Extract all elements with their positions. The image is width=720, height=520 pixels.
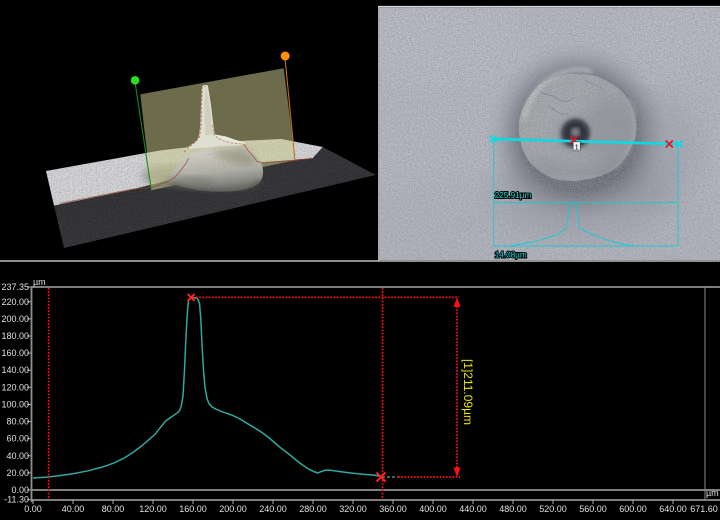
svg-text:µm: µm <box>33 277 46 287</box>
svg-text:671.60: 671.60 <box>690 504 718 514</box>
svg-text:14.08µm: 14.08µm <box>495 250 527 259</box>
svg-text:440.00: 440.00 <box>459 504 487 514</box>
svg-text:160.00: 160.00 <box>179 504 207 514</box>
svg-text:280.00: 280.00 <box>299 504 327 514</box>
svg-text:100.00: 100.00 <box>1 400 29 410</box>
svg-text:µm: µm <box>706 488 719 498</box>
svg-text:220.00: 220.00 <box>1 297 29 307</box>
svg-text:0.00: 0.00 <box>11 485 29 495</box>
svg-text:80.00: 80.00 <box>6 417 29 427</box>
svg-text:200.00: 200.00 <box>1 314 29 324</box>
svg-text:1: 1 <box>575 142 579 151</box>
svg-text:180.00: 180.00 <box>1 331 29 341</box>
svg-text:560.00: 560.00 <box>579 504 607 514</box>
svg-text:120.00: 120.00 <box>1 382 29 392</box>
svg-text:520.00: 520.00 <box>539 504 567 514</box>
svg-text:600.00: 600.00 <box>619 504 647 514</box>
svg-text:140.00: 140.00 <box>1 365 29 375</box>
svg-text:60.00: 60.00 <box>6 434 29 444</box>
svg-text:240.00: 240.00 <box>259 504 287 514</box>
svg-text:0.00: 0.00 <box>24 504 42 514</box>
svg-text:400.00: 400.00 <box>419 504 447 514</box>
svg-text:80.00: 80.00 <box>102 504 125 514</box>
svg-text:40.00: 40.00 <box>6 451 29 461</box>
svg-text:480.00: 480.00 <box>499 504 527 514</box>
svg-text:360.00: 360.00 <box>379 504 407 514</box>
svg-text:[1]211.09µm: [1]211.09µm <box>461 359 475 425</box>
svg-text:200.00: 200.00 <box>219 504 247 514</box>
svg-text:120.00: 120.00 <box>139 504 167 514</box>
svg-text:40.00: 40.00 <box>62 504 85 514</box>
svg-text:225.91µm: 225.91µm <box>495 191 532 200</box>
svg-text:160.00: 160.00 <box>1 348 29 358</box>
svg-text:237.35: 237.35 <box>1 282 29 292</box>
svg-text:20.00: 20.00 <box>6 468 29 478</box>
svg-text:320.00: 320.00 <box>339 504 367 514</box>
svg-text:640.00: 640.00 <box>659 504 687 514</box>
